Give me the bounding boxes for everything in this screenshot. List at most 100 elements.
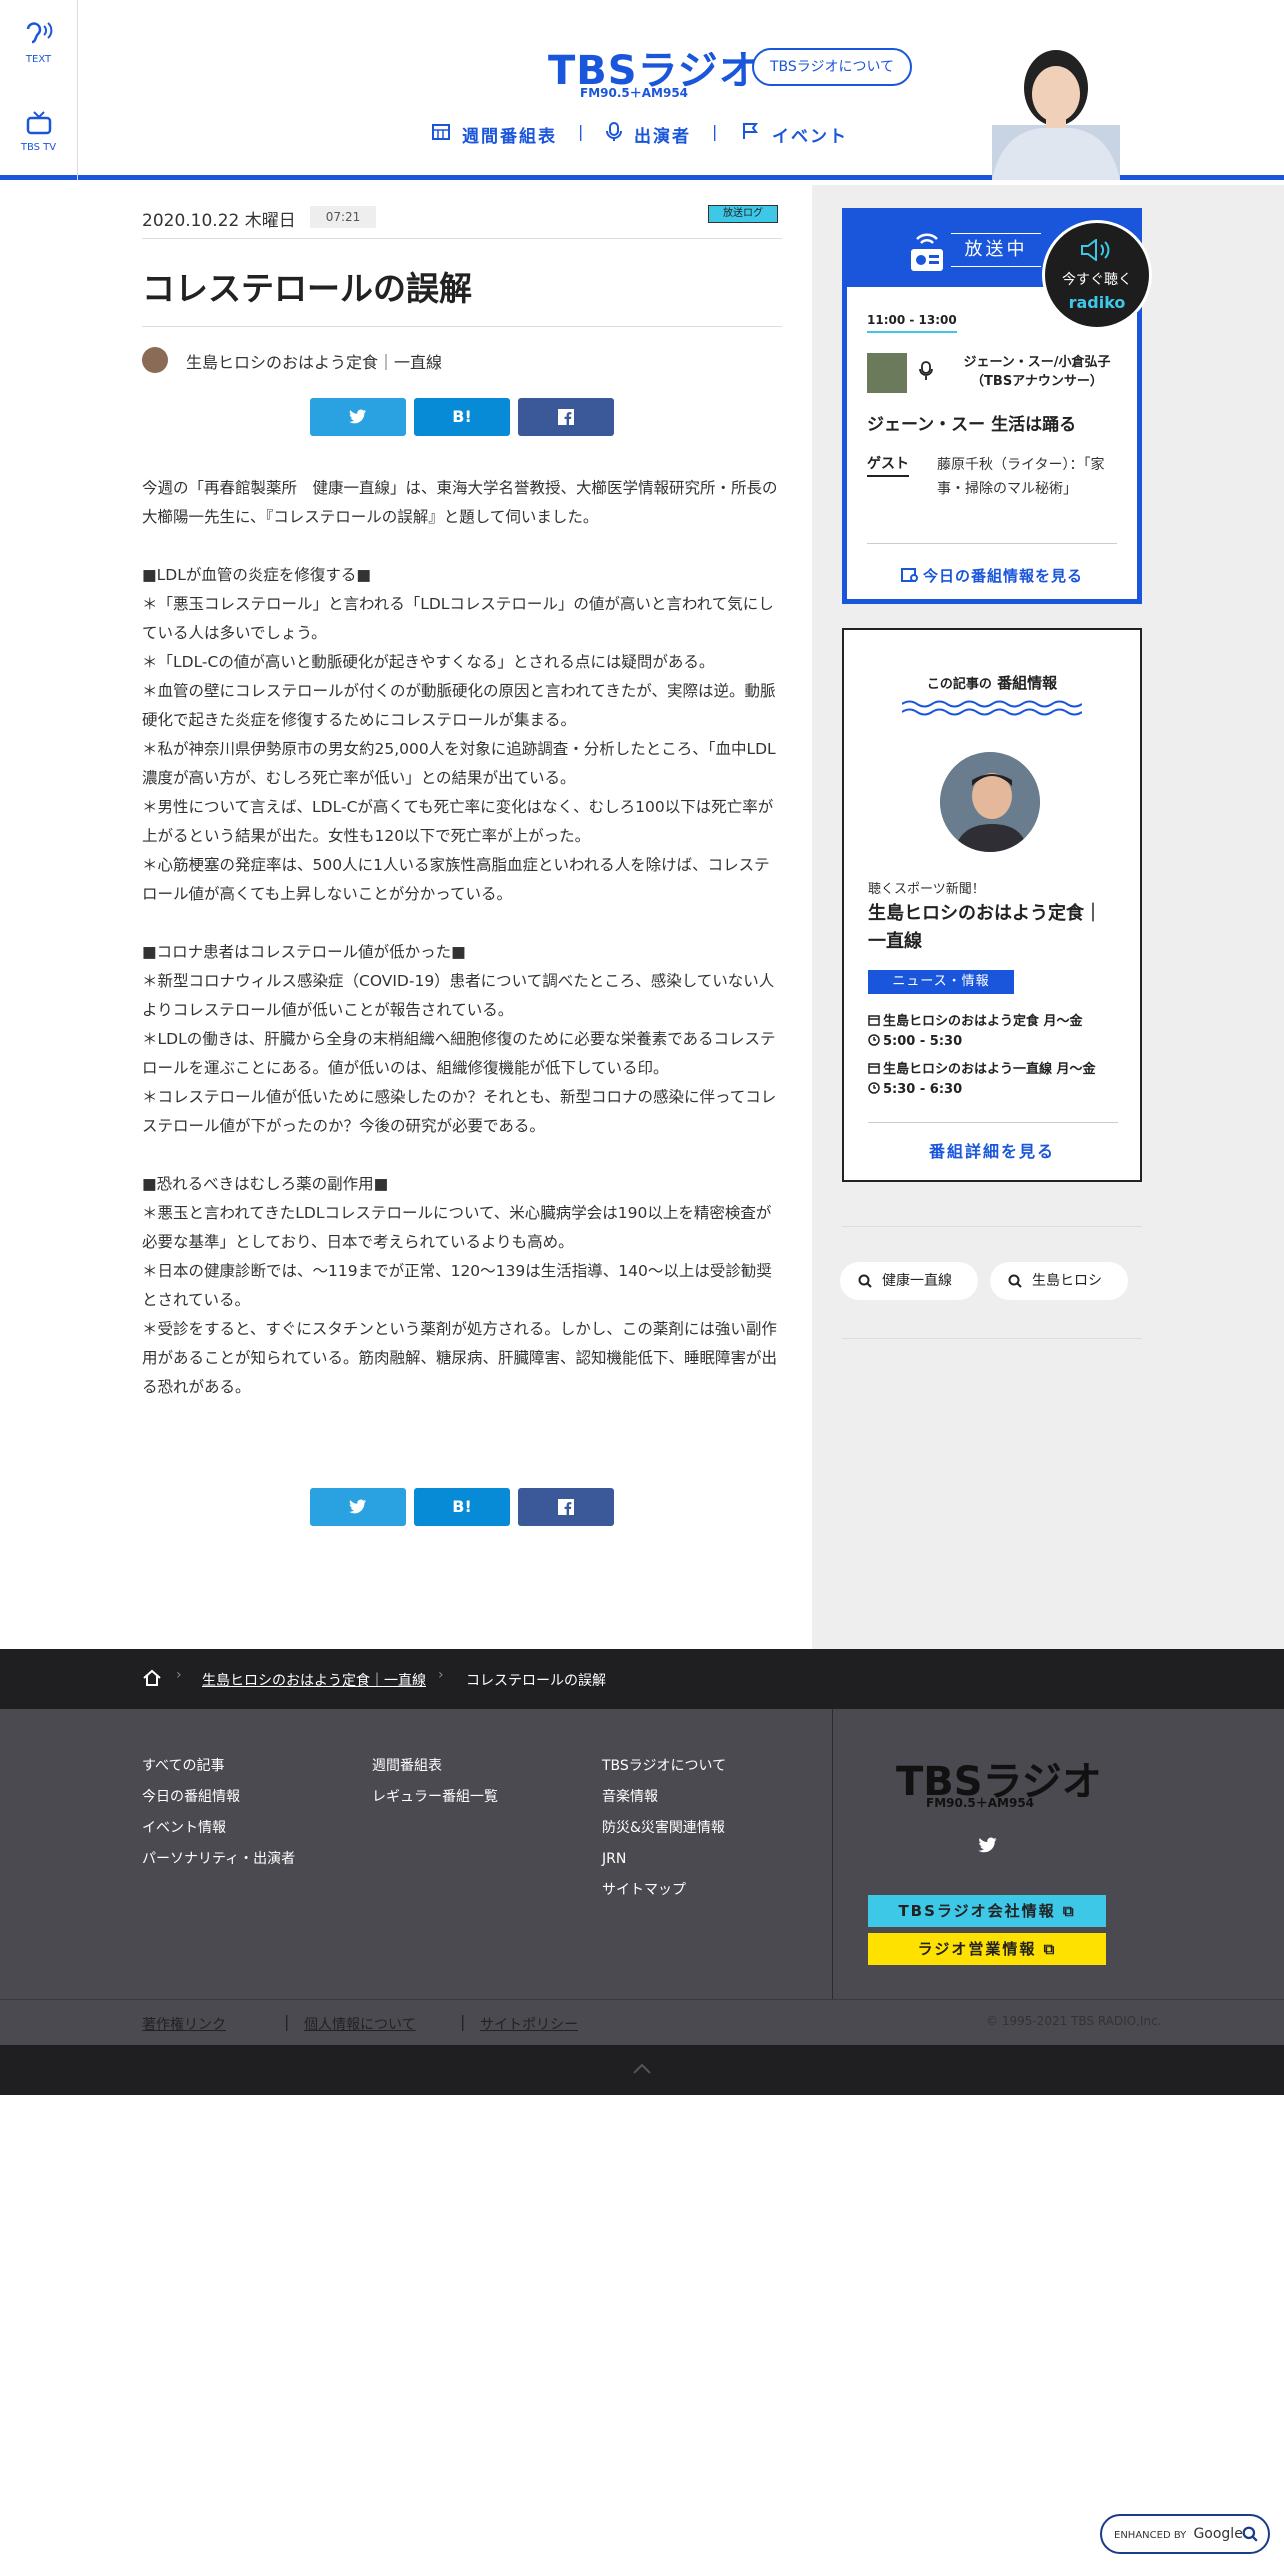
nav-separator: | [712,122,718,141]
nav-weekly-schedule[interactable]: 週間番組表 [462,122,557,147]
nav-events[interactable]: イベント [772,122,848,147]
article-body: 今週の「再春館製薬所 健康一直線」は、東海大学名誉教授、大櫛医学情報研究所・所長… [142,474,782,1431]
footer-copyright-link[interactable]: 著作権リンク [142,2014,226,2034]
program-time-text: 5:30 - 6:30 [883,1082,963,1097]
program-info-title: この記事の 番組情報 [844,672,1140,693]
footer-link-all-articles[interactable]: すべての記事 [142,1751,295,1782]
share-hatena-button[interactable]: B! [414,398,510,436]
program-detail-link[interactable]: 番組詳細を見る [844,1138,1140,1162]
text-mode-label: TEXT [25,54,52,65]
article-line: ＊血管の壁にコレステロールが付くのが動脈硬化の原因と言われてきたが、実際は逆。動… [142,682,776,729]
article-line: 今週の「再春館製薬所 健康一直線」は、東海大学名誉教授、大櫛医学情報研究所・所長… [142,479,778,526]
share-facebook-button[interactable] [518,1488,614,1526]
calendar-search-icon [900,568,918,582]
search-icon [1242,2526,1258,2542]
tag-health[interactable]: 健康一直線 [840,1262,978,1300]
on-air-label: 放送中 [951,233,1041,267]
footer-link-sitemap[interactable]: サイトマップ [602,1875,726,1906]
footer-link-weekly[interactable]: 週間番組表 [372,1751,498,1782]
twitter-icon[interactable] [978,1837,998,1854]
article-line: ＊日本の健康診断では、～119までが正常、120～139は生活指導、140～以上… [142,1262,772,1309]
article-line: ＊悪玉と言われてきたLDLコレステロールについて、米心臓病学会は190以上を精密… [142,1204,772,1251]
today-program-link[interactable]: 今日の番組情報を見る [847,565,1137,586]
footer-link-about[interactable]: TBSラジオについて [602,1751,726,1782]
tv-icon [26,111,51,135]
article-line: ■LDLが血管の炎症を修復する■ [142,566,371,584]
footer-link-music[interactable]: 音楽情報 [602,1782,726,1813]
article-paragraph: ■コロナ患者はコレステロール値が低かった■ ＊新型コロナウィルス感染症（COVID… [142,938,782,1141]
divider [868,1122,1118,1123]
article-line: ■コロナ患者はコレステロール値が低かった■ [142,943,466,961]
program-info-title-main: 番組情報 [997,674,1058,692]
footer-site-policy-link[interactable]: サイトポリシー [480,2014,578,2034]
search-icon [858,1274,872,1288]
footer-col3: TBSラジオについて 音楽情報 防災&災害関連情報 JRN サイトマップ [602,1751,726,1906]
program-schedule-text: 生島ヒロシのおはよう一直線 月〜金 [883,1062,1096,1077]
program-category-badge[interactable]: ニュース・情報 [868,970,1014,994]
clock-icon [868,1034,880,1046]
article-paragraph: ■恐れるべきはむしろ薬の副作用■ ＊悪玉と言われてきたLDLコレステロールについて… [142,1170,782,1402]
article-line: ＊私が神奈川県伊勢原市の男女約25,000人を対象に追跡調査・分析したところ、「… [142,740,776,787]
tag-label: 生島ヒロシ [1032,1273,1102,1289]
tag-ikushima[interactable]: 生島ヒロシ [990,1262,1128,1300]
footer-link-events[interactable]: イベント情報 [142,1813,295,1844]
program-kicker: 聴くスポーツ新聞！ [868,882,985,897]
today-program-link-label: 今日の番組情報を見る [922,567,1083,585]
article-line: ■恐れるべきはむしろ薬の副作用■ [142,1175,389,1193]
facebook-icon [558,409,574,425]
microphone-icon [606,122,622,141]
share-twitter-button[interactable] [310,1488,406,1526]
program-name[interactable]: 生島ヒロシのおはよう定食｜一直線 [868,900,1118,956]
footer-link-personalities[interactable]: パーソナリティ・出演者 [142,1844,295,1875]
breadcrumb-program-link[interactable]: 生島ヒロシのおはよう定食｜一直線 [202,1670,426,1690]
footer-link-regular[interactable]: レギュラー番組一覧 [372,1782,498,1813]
share-twitter-button[interactable] [310,398,406,436]
footer-logo-frequency: FM90.5＋AM954 [926,1796,1035,1810]
sales-info-button[interactable]: ラジオ営業情報 ⧉ [868,1933,1106,1965]
microphone-icon [919,361,933,380]
share-hatena-button[interactable]: B! [414,1488,510,1526]
program-schedule-row: 生島ヒロシのおはよう定食 月〜金 [868,1010,1083,1029]
article-program-name[interactable]: 生島ヒロシのおはよう定食｜一直線 [186,349,442,373]
google-badge-prefix: ENHANCED BY [1114,2530,1187,2541]
share-facebook-button[interactable] [518,398,614,436]
about-tbs-radio-link[interactable]: TBSラジオについて [752,48,912,86]
footer-link-today[interactable]: 今日の番組情報 [142,1782,295,1813]
company-info-button[interactable]: TBSラジオ会社情報 ⧉ [868,1895,1106,1927]
guest-label: ゲスト [867,453,909,477]
broadcast-log-badge[interactable]: 放送ログ [708,205,778,223]
radiko-listen-button[interactable]: 今すぐ聴く radiko [1042,220,1152,330]
on-air-host[interactable]: ジェーン・スー/小倉弘子（TBSアナウンサー） [947,353,1127,391]
company-info-label: TBSラジオ会社情報 [898,1902,1056,1920]
on-air-program-name[interactable]: ジェーン・スー 生活は踊る [867,410,1076,435]
back-to-top-bar[interactable] [0,2045,1284,2095]
footer-privacy-link[interactable]: 個人情報について [304,2014,416,2034]
footer-col2: 週間番組表 レギュラー番組一覧 [372,1751,498,1813]
chevron-up-icon [633,2063,651,2074]
facebook-icon [558,1499,574,1515]
footer-separator: | [284,2012,290,2031]
speaker-icon [1081,238,1110,262]
nav-performers[interactable]: 出演者 [634,122,691,147]
site-header: TEXT TBS TV TBSラジオ FM90.5＋AM954 TBSラジオにつ… [0,0,1284,180]
external-link-icon: ⧉ [1062,1902,1076,1920]
article-line: ＊心筋梗塞の発症率は、500人に1人いる家族性高脂血症といわれる人を除けば、コレ… [142,856,770,903]
text-mode-button[interactable]: TEXT [0,0,78,90]
footer-link-jrn[interactable]: JRN [602,1844,726,1875]
tbs-tv-button[interactable]: TBS TV [0,90,78,180]
program-time-text: 5:00 - 5:30 [883,1034,963,1049]
site-footer: すべての記事 今日の番組情報 イベント情報 パーソナリティ・出演者 週間番組表 … [0,1709,1284,1999]
radiko-logo: radiko [1068,293,1126,312]
tag-label: 健康一直線 [882,1273,952,1289]
article-line: ＊新型コロナウィルス感染症（COVID-19）患者について調べたところ、感染して… [142,972,775,1019]
google-search-badge[interactable]: ENHANCED BY Google [1100,2514,1270,2554]
ear-icon [26,22,52,44]
tbs-tv-label: TBS TV [20,142,57,153]
article-line: ＊男性について言えば、LDL-Cが高くても死亡率に変化はなく、むしろ100以下は… [142,798,774,845]
home-icon[interactable] [142,1669,162,1687]
twitter-icon [349,409,366,424]
divider [142,238,782,239]
footer-link-disaster[interactable]: 防災&災害関連情報 [602,1813,726,1844]
on-air-time: 11:00 - 13:00 [867,313,957,333]
divider [842,1338,1142,1339]
